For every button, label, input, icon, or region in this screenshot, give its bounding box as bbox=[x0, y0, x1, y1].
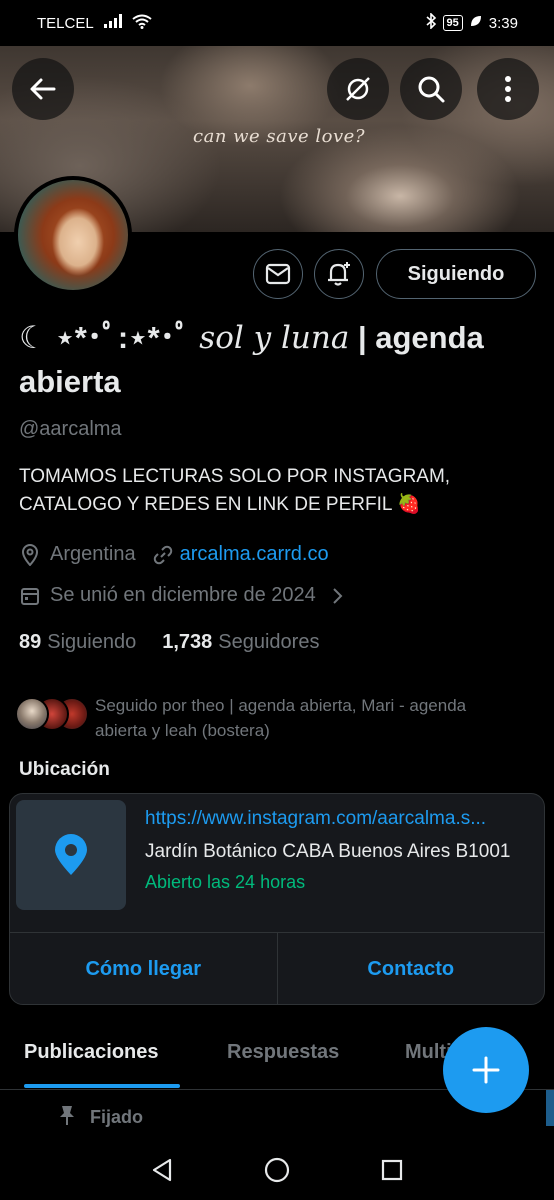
bell-plus-icon bbox=[328, 262, 350, 286]
pinned-text: Fijado bbox=[90, 1107, 143, 1127]
meta-joined-row[interactable]: Se unió en diciembre de 2024 bbox=[19, 584, 357, 607]
message-button[interactable] bbox=[253, 249, 303, 299]
map-thumbnail[interactable] bbox=[16, 800, 126, 910]
location-address: Jardín Botánico CABA Buenos Aires B1001 bbox=[145, 841, 511, 862]
following-count: 89 bbox=[19, 631, 42, 653]
directions-button[interactable]: Cómo llegar bbox=[10, 933, 277, 1004]
search-icon bbox=[418, 76, 445, 103]
followers-label: Seguidores bbox=[218, 631, 320, 653]
calendar-icon bbox=[19, 585, 41, 607]
location-url-link[interactable]: https://www.instagram.com/aarcalma.s... bbox=[145, 808, 525, 830]
avatar bbox=[15, 697, 49, 731]
scroll-edge-indicator bbox=[546, 1090, 554, 1126]
nav-back-icon[interactable] bbox=[150, 1157, 174, 1183]
banner-caption: can we save love? bbox=[193, 126, 365, 147]
location-text: Argentina bbox=[50, 543, 136, 565]
following-label: Siguiendo bbox=[47, 631, 137, 653]
location-actions: Cómo llegar Contacto bbox=[10, 932, 545, 1004]
plus-icon bbox=[472, 1056, 500, 1084]
tab-replies[interactable]: Respuestas bbox=[227, 1041, 339, 1064]
contact-button[interactable]: Contacto bbox=[276, 933, 545, 1004]
following-button[interactable]: Siguiendo bbox=[376, 249, 536, 299]
followers-count: 1,738 bbox=[162, 631, 213, 653]
location-section-title: Ubicación bbox=[19, 759, 110, 780]
grok-button[interactable] bbox=[327, 58, 389, 120]
location-pin-icon bbox=[19, 543, 41, 566]
pinned-label: Fijado bbox=[58, 1104, 143, 1131]
search-button[interactable] bbox=[400, 58, 462, 120]
location-info: https://www.instagram.com/aarcalma.s... … bbox=[145, 808, 525, 893]
location-card: https://www.instagram.com/aarcalma.s... … bbox=[9, 793, 545, 1005]
more-button[interactable] bbox=[477, 58, 539, 120]
followed-by-avatars bbox=[15, 693, 89, 733]
pin-icon bbox=[58, 1104, 76, 1131]
user-handle: @aarcalma bbox=[19, 418, 122, 440]
back-button[interactable] bbox=[12, 58, 74, 120]
wifi-icon bbox=[132, 14, 152, 33]
signal-icon bbox=[103, 14, 122, 32]
active-tab-indicator bbox=[24, 1084, 180, 1088]
link-icon bbox=[152, 544, 174, 566]
battery-indicator: 95 bbox=[442, 15, 463, 31]
name-script: sol y luna bbox=[199, 320, 350, 356]
envelope-icon bbox=[265, 263, 291, 285]
follow-stats: 89 Siguiendo 1,738 Seguidores bbox=[19, 631, 319, 654]
meta-location-row: Argentina arcalma.carrd.co bbox=[19, 543, 329, 566]
system-nav-bar bbox=[0, 1140, 554, 1200]
followed-by-text: Seguido por theo | agenda abierta, Mari … bbox=[95, 696, 467, 740]
bluetooth-icon bbox=[425, 12, 437, 33]
tab-posts[interactable]: Publicaciones bbox=[24, 1041, 159, 1064]
followed-by[interactable]: Seguido por theo | agenda abierta, Mari … bbox=[15, 693, 495, 743]
grok-icon bbox=[346, 77, 370, 101]
status-bar: TELCEL 95 3:39 bbox=[0, 0, 554, 46]
map-pin-icon bbox=[55, 834, 87, 875]
following-stat[interactable]: 89 Siguiendo bbox=[19, 631, 136, 654]
leaf-icon bbox=[469, 14, 483, 32]
carrier-label: TELCEL bbox=[37, 14, 94, 32]
compose-button[interactable] bbox=[443, 1027, 529, 1113]
nav-home-icon[interactable] bbox=[264, 1157, 290, 1183]
name-prefix: ☾ ⋆*･ﾟ:⋆*･ﾟ bbox=[19, 320, 200, 355]
bio: TOMAMOS LECTURAS SOLO POR INSTAGRAM, CAT… bbox=[19, 466, 451, 515]
display-name: ☾ ⋆*･ﾟ:⋆*･ﾟ sol y luna | agenda abierta bbox=[19, 316, 539, 404]
chevron-right-icon bbox=[326, 585, 348, 607]
website-link[interactable]: arcalma.carrd.co bbox=[180, 543, 329, 566]
avatar[interactable] bbox=[14, 176, 132, 294]
clock: 3:39 bbox=[488, 14, 518, 32]
notifications-button[interactable] bbox=[314, 249, 364, 299]
location-hours: Abierto las 24 horas bbox=[145, 872, 306, 892]
joined-text: Se unió en diciembre de 2024 bbox=[50, 584, 316, 606]
arrow-left-icon bbox=[30, 78, 56, 100]
nav-recents-icon[interactable] bbox=[380, 1158, 404, 1182]
more-vertical-icon bbox=[505, 76, 511, 102]
followers-stat[interactable]: 1,738 Seguidores bbox=[162, 631, 319, 654]
